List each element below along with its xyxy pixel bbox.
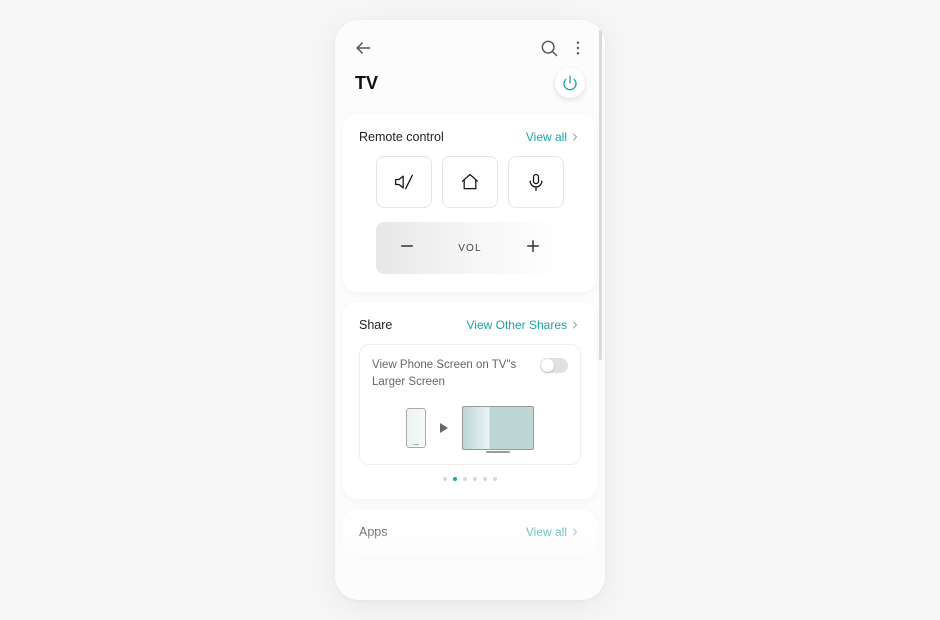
more-menu-button[interactable] bbox=[569, 39, 587, 57]
view-all-label: View all bbox=[526, 130, 567, 144]
pager-dot[interactable] bbox=[483, 477, 487, 481]
remote-control-card: Remote control View all bbox=[343, 114, 597, 292]
pager-dot[interactable] bbox=[463, 477, 467, 481]
screen-cast-panel: View Phone Screen on TV"s Larger Screen bbox=[359, 344, 581, 465]
apps-view-all-link[interactable]: View all bbox=[526, 525, 581, 539]
cast-description: View Phone Screen on TV"s Larger Screen bbox=[372, 357, 530, 392]
remote-card-title: Remote control bbox=[359, 130, 444, 144]
volume-control: VOL bbox=[376, 222, 564, 274]
cast-illustration bbox=[372, 406, 568, 450]
volume-down-button[interactable] bbox=[398, 237, 416, 260]
minus-icon bbox=[398, 237, 416, 255]
power-button[interactable] bbox=[555, 68, 585, 98]
pager-dot[interactable] bbox=[493, 477, 497, 481]
home-button[interactable] bbox=[442, 156, 498, 208]
page-title: TV bbox=[355, 73, 378, 94]
cast-toggle[interactable] bbox=[540, 358, 568, 373]
view-all-label: View all bbox=[526, 525, 567, 539]
scroll-area: TV Remote control View all bbox=[335, 20, 605, 600]
remote-view-all-link[interactable]: View all bbox=[526, 130, 581, 144]
back-button[interactable] bbox=[353, 38, 373, 58]
mute-button[interactable] bbox=[376, 156, 432, 208]
pager-dots[interactable] bbox=[359, 477, 581, 481]
phone-icon bbox=[406, 408, 426, 448]
search-button[interactable] bbox=[539, 38, 559, 58]
mic-button[interactable] bbox=[508, 156, 564, 208]
plus-icon bbox=[524, 237, 542, 255]
play-icon bbox=[440, 423, 448, 433]
volume-up-button[interactable] bbox=[524, 237, 542, 260]
apps-card: Apps View all bbox=[343, 509, 597, 557]
pager-dot[interactable] bbox=[443, 477, 447, 481]
view-other-shares-label: View Other Shares bbox=[467, 318, 568, 332]
mute-icon bbox=[394, 172, 414, 192]
share-card: Share View Other Shares View Phone Scree… bbox=[343, 302, 597, 499]
scrollbar[interactable] bbox=[599, 30, 602, 360]
phone-frame: TV Remote control View all bbox=[335, 20, 605, 600]
tv-icon bbox=[462, 406, 534, 450]
chevron-right-icon bbox=[569, 526, 581, 538]
mic-icon bbox=[526, 172, 546, 192]
view-other-shares-link[interactable]: View Other Shares bbox=[467, 318, 582, 332]
chevron-right-icon bbox=[569, 319, 581, 331]
home-icon bbox=[460, 172, 480, 192]
chevron-right-icon bbox=[569, 131, 581, 143]
pager-dot[interactable] bbox=[473, 477, 477, 481]
volume-label: VOL bbox=[458, 243, 482, 254]
apps-card-title: Apps bbox=[359, 525, 388, 539]
share-card-title: Share bbox=[359, 318, 392, 332]
pager-dot[interactable] bbox=[453, 477, 457, 481]
top-bar bbox=[335, 20, 605, 58]
